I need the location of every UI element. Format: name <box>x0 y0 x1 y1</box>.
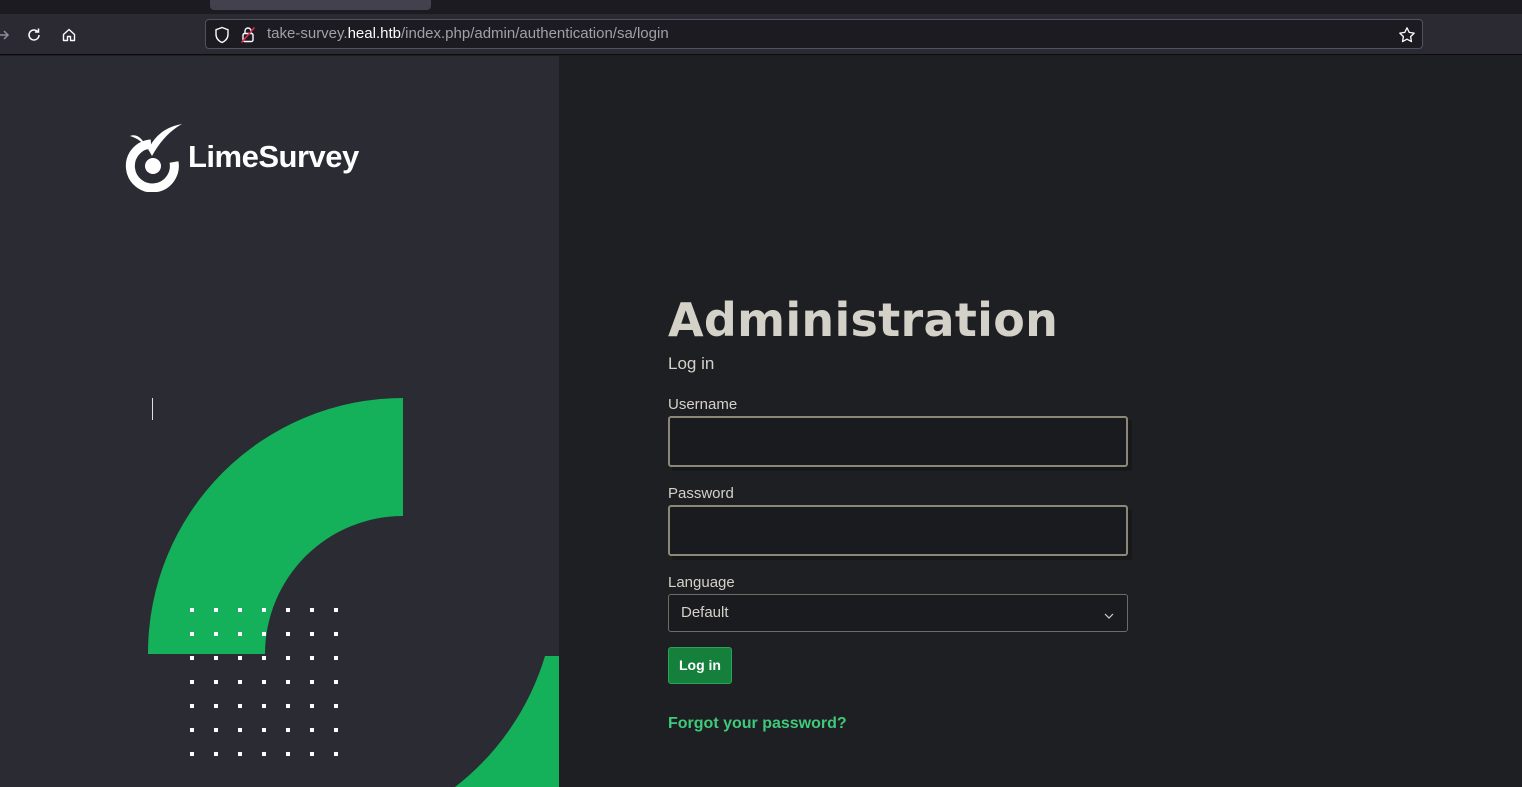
username-label: Username <box>668 396 738 413</box>
login-panel: Administration Log in Username Password … <box>559 56 1522 787</box>
shield-icon[interactable] <box>214 26 232 44</box>
browser-tabstrip <box>0 0 1522 14</box>
browser-toolbar: take-survey.heal.htb/index.php/admin/aut… <box>0 14 1522 55</box>
password-label: Password <box>668 485 734 502</box>
forward-icon[interactable] <box>0 24 14 46</box>
language-label: Language <box>668 574 735 591</box>
chevron-down-icon <box>1103 607 1115 626</box>
login-form: Administration Log in Username Password … <box>668 292 1128 732</box>
url-text[interactable]: take-survey.heal.htb/index.php/admin/aut… <box>267 25 669 42</box>
login-subtitle: Log in <box>668 354 715 373</box>
language-select[interactable]: Default <box>668 594 1128 632</box>
green-arc-shape <box>147 398 403 654</box>
url-host: heal.htb <box>347 25 401 42</box>
password-field[interactable] <box>668 505 1128 556</box>
page-title: Administration <box>668 293 1059 347</box>
url-path: /index.php/admin/authentication/sa/login <box>400 25 669 42</box>
reload-icon[interactable] <box>23 24 45 46</box>
home-icon[interactable] <box>58 24 80 46</box>
forgot-password-link[interactable]: Forgot your password? <box>668 715 847 733</box>
username-field[interactable] <box>668 416 1128 467</box>
url-prefix: take-survey. <box>267 25 348 42</box>
address-bar[interactable]: take-survey.heal.htb/index.php/admin/aut… <box>205 19 1423 49</box>
insecure-lock-icon[interactable] <box>240 26 258 44</box>
language-selected-value: Default <box>681 604 729 621</box>
active-tab[interactable] <box>210 0 431 10</box>
decorative-graphic <box>147 398 559 787</box>
green-corner-shape <box>455 656 559 787</box>
star-icon[interactable] <box>1398 26 1416 44</box>
login-button[interactable]: Log in <box>668 647 732 684</box>
branding-panel: LimeSurvey <box>0 56 559 787</box>
